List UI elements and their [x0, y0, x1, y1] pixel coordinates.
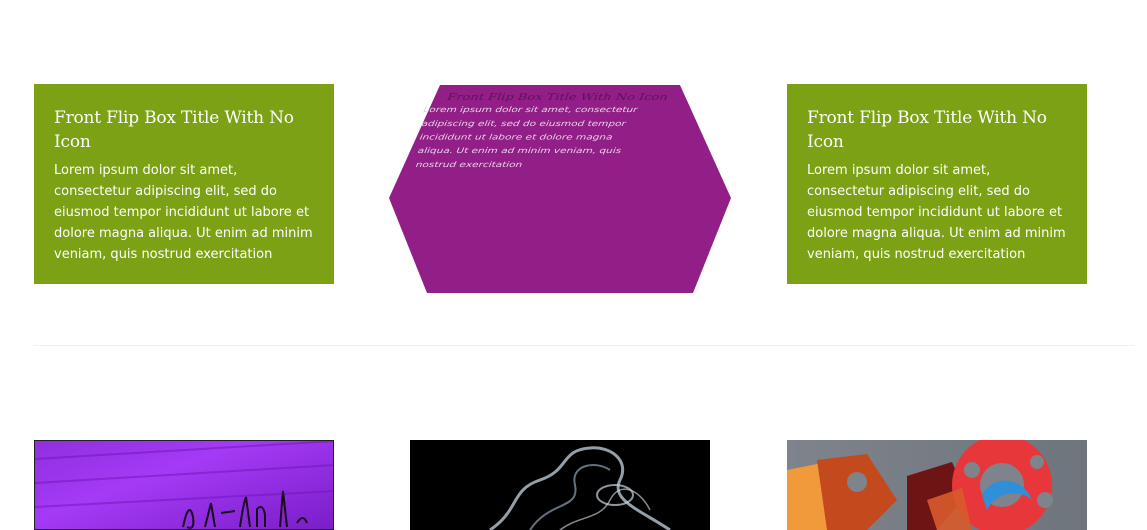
flip-box-title: Front Flip Box Title With No Icon: [446, 92, 669, 103]
flip-box-text: Lorem ipsum dolor sit amet, consectetur …: [807, 163, 1066, 262]
flip-box-text-line: adipiscing elit, sed do eiusmod tempor: [420, 119, 627, 128]
flip-box-text-line: nostrud exercitation: [415, 160, 523, 170]
flip-box-3[interactable]: Front Flip Box Title With No Icon Lorem …: [787, 84, 1087, 284]
flip-box-text-line: aliqua. Ut enim ad minim veniam, quis: [417, 146, 622, 156]
section-divider: [34, 345, 1134, 346]
smoke-image[interactable]: [410, 440, 710, 530]
flip-box-text: Lorem ipsum dolor sit amet, consectetur …: [54, 163, 313, 262]
abstract-sculpture-image[interactable]: [787, 440, 1087, 530]
flip-box-text-line: incididunt ut labore et dolore magna: [419, 133, 614, 142]
flip-box-title: Front Flip Box Title With No Icon: [807, 108, 1047, 152]
flip-box-text-line: Lorem ipsum dolor sit amet, consectetur: [422, 105, 639, 115]
flip-box-1[interactable]: Front Flip Box Title With No Icon Lorem …: [34, 84, 334, 284]
flip-box-2-rotating[interactable]: Front Flip Box Title With No Icon Lorem …: [388, 84, 732, 294]
purple-graffiti-wall-image[interactable]: [34, 440, 334, 530]
flip-box-title: Front Flip Box Title With No Icon: [54, 108, 294, 152]
